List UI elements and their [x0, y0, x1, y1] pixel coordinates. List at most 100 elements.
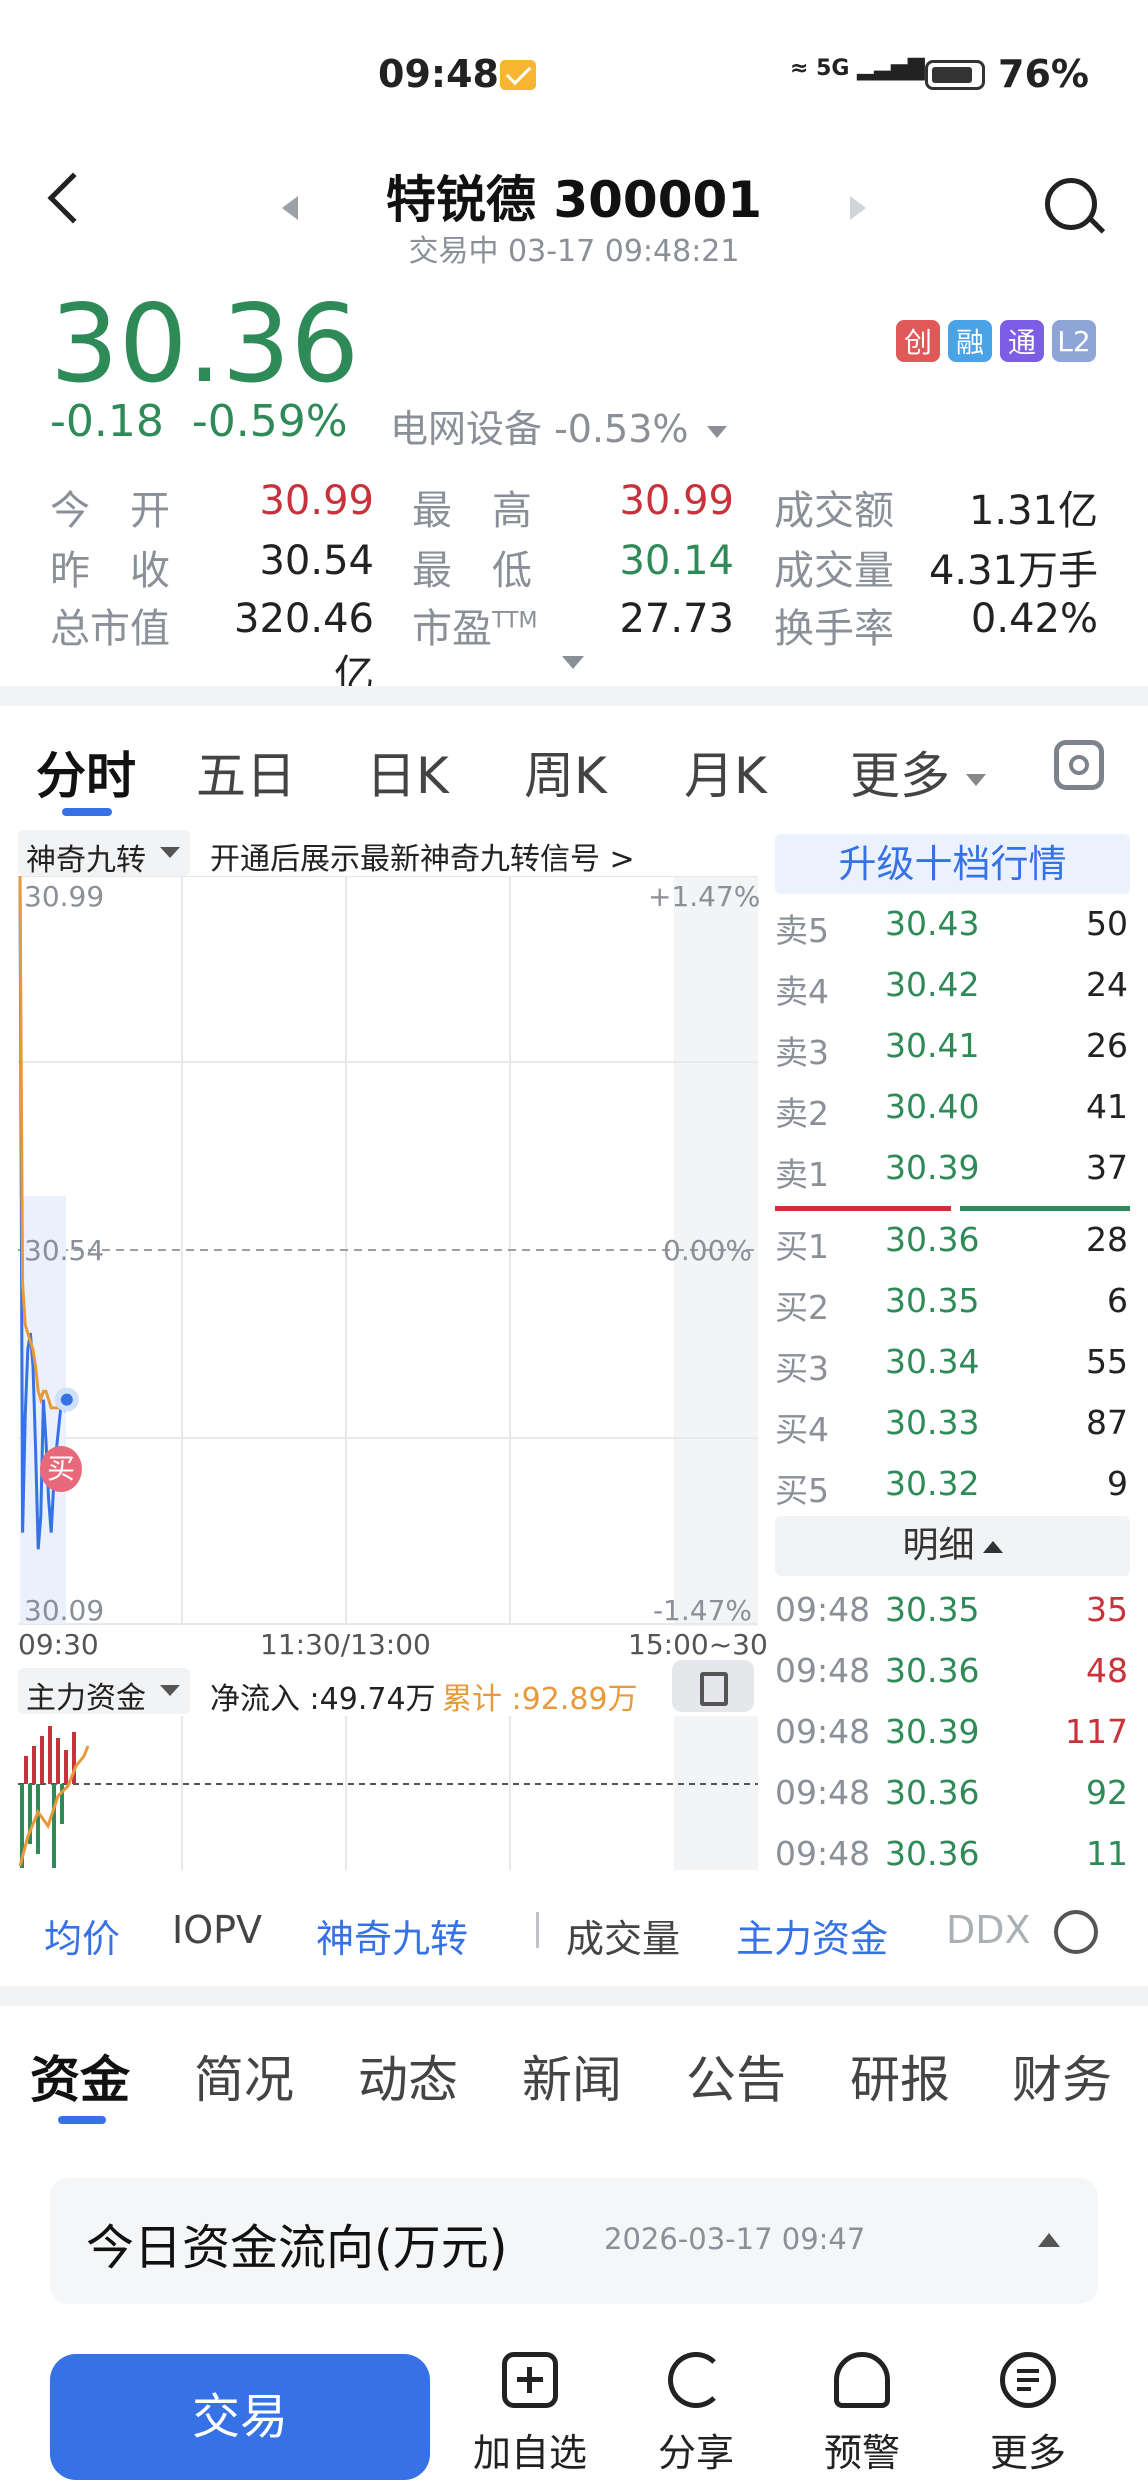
- trade-status: 交易中 03-17 09:48:21: [408, 234, 740, 269]
- more-menu-icon: [1000, 2352, 1056, 2408]
- indicator-tab-ddx[interactable]: DDX: [946, 1908, 1031, 1952]
- flow-indicator-select[interactable]: 主力资金: [18, 1668, 190, 1716]
- bid-volume: 9: [1107, 1464, 1128, 1503]
- indicator-tab-magic-nine[interactable]: 神奇九转: [316, 1908, 468, 1963]
- axis-high-pct: +1.47%: [648, 880, 761, 913]
- tab-weekly-k[interactable]: 周K: [524, 736, 607, 808]
- rotate-screen-icon[interactable]: [672, 1660, 754, 1712]
- chart-settings-icon[interactable]: [1054, 740, 1104, 790]
- upgrade-ten-levels-button[interactable]: 升级十档行情: [775, 834, 1130, 894]
- amount-value: 1.31亿: [968, 488, 1098, 534]
- bid-price: 30.35: [885, 1281, 980, 1320]
- indicator-tab-avg-price[interactable]: 均价: [44, 1908, 120, 1963]
- tab-monthly-k[interactable]: 月K: [684, 736, 767, 808]
- flow-indicator-label: 主力资金: [26, 1681, 146, 1716]
- indicator-separator: [536, 1912, 539, 1948]
- tab-activity[interactable]: 动态: [358, 2040, 458, 2112]
- tab-financials[interactable]: 财务: [1012, 2040, 1112, 2112]
- volume-value: 4.31万手: [928, 548, 1098, 594]
- active-tab-indicator: [62, 808, 112, 816]
- expand-stats-icon[interactable]: [562, 656, 584, 669]
- axis-zero-pct: 0.00%: [663, 1234, 752, 1267]
- ask-row: 卖2 30.40 41: [775, 1075, 1130, 1136]
- share-button[interactable]: 分享: [626, 2352, 766, 2477]
- ask-volume: 41: [1086, 1087, 1128, 1126]
- tick-row: 09:48 30.36 92: [775, 1761, 1130, 1822]
- tick-price: 30.36: [885, 1651, 980, 1690]
- trade-detail-header[interactable]: 明细: [775, 1516, 1130, 1576]
- next-stock-arrow-icon[interactable]: [850, 196, 866, 220]
- tab-announcements[interactable]: 公告: [686, 2040, 786, 2112]
- indicator-select-label: 神奇九转: [26, 843, 146, 878]
- tab-more[interactable]: 更多: [850, 736, 986, 808]
- ask-level: 卖2: [775, 1094, 829, 1133]
- indicator-tab-volume[interactable]: 成交量: [566, 1908, 680, 1963]
- tick-price: 30.36: [885, 1834, 980, 1873]
- indicator-hint-link[interactable]: 开通后展示最新神奇九转信号 >: [210, 834, 635, 878]
- tab-research[interactable]: 研报: [850, 2040, 950, 2112]
- bid-price: 30.32: [885, 1464, 980, 1503]
- tab-news[interactable]: 新闻: [522, 2040, 622, 2112]
- tab-daily-k[interactable]: 日K: [366, 736, 449, 808]
- sector-link[interactable]: 电网设备 -0.53%: [390, 398, 727, 453]
- indicator-tab-iopv[interactable]: IOPV: [172, 1908, 262, 1952]
- add-watchlist-button[interactable]: 加自选: [460, 2352, 600, 2477]
- active-info-tab-indicator: [58, 2116, 106, 2124]
- intraday-chart[interactable]: [18, 876, 758, 1626]
- pe-ttm-sup: TTM: [492, 608, 538, 634]
- bid-row: 买4 30.33 87: [775, 1391, 1130, 1452]
- last-price-dot: [54, 1387, 79, 1412]
- tick-time: 09:48: [775, 1834, 871, 1873]
- tick-time: 09:48: [775, 1773, 871, 1812]
- tick-volume: 35: [1086, 1590, 1128, 1629]
- bid-level: 买2: [775, 1288, 829, 1327]
- trade-detail-label: 明细: [902, 1525, 975, 1566]
- indicator-config-icon[interactable]: [1054, 1910, 1098, 1954]
- capital-flow-title: 今日资金流向(万元): [86, 2220, 508, 2276]
- axis-high-price: 30.99: [24, 880, 105, 913]
- open-value: 30.99: [259, 478, 374, 524]
- stock-title: 特锐德 300001: [385, 171, 763, 229]
- ask-row: 卖5 30.43 50: [775, 892, 1130, 953]
- market-cap-label: 总市值: [50, 606, 170, 652]
- search-icon[interactable]: [1045, 178, 1097, 230]
- tab-capital[interactable]: 资金: [30, 2040, 130, 2112]
- bid-price: 30.34: [885, 1342, 980, 1381]
- capital-flow-card[interactable]: 今日资金流向(万元) 2026-03-17 09:47: [50, 2178, 1098, 2304]
- tick-price: 30.36: [885, 1773, 980, 1812]
- share-label: 分享: [657, 2431, 734, 2475]
- badge-rong[interactable]: 融: [948, 320, 992, 362]
- tab-five-day[interactable]: 五日: [196, 736, 296, 808]
- axis-time-end: 15:00~30: [628, 1628, 768, 1661]
- badge-chuang[interactable]: 创: [896, 320, 940, 362]
- tab-profile[interactable]: 简况: [194, 2040, 294, 2112]
- badge-level2[interactable]: L2: [1052, 320, 1096, 362]
- axis-low-price: 30.09: [24, 1594, 105, 1627]
- add-watchlist-icon: [502, 2352, 558, 2408]
- tab-intraday[interactable]: 分时: [36, 736, 136, 808]
- axis-prev-close: 30.54: [24, 1234, 105, 1267]
- high-value: 30.99: [619, 478, 734, 524]
- ask-level: 卖4: [775, 972, 829, 1011]
- low-value: 30.14: [619, 538, 734, 584]
- sector-label: 电网设备 -0.53%: [390, 407, 689, 451]
- network-type: 5G: [816, 56, 850, 81]
- alert-button[interactable]: 预警: [792, 2352, 932, 2477]
- bid-row: 买1 30.36 28: [775, 1208, 1130, 1269]
- tick-volume: 92: [1086, 1773, 1128, 1812]
- badge-tong[interactable]: 通: [1000, 320, 1044, 362]
- more-button[interactable]: 更多: [958, 2352, 1098, 2477]
- trade-button[interactable]: 交易: [50, 2354, 430, 2480]
- ask-level: 卖3: [775, 1033, 829, 1072]
- ask-row: 卖4 30.42 24: [775, 953, 1130, 1014]
- bid-volume: 87: [1086, 1403, 1128, 1442]
- indicator-select[interactable]: 神奇九转: [18, 830, 190, 878]
- ask-level: 卖1: [775, 1155, 829, 1194]
- indicator-tab-main-force[interactable]: 主力资金: [736, 1908, 888, 1963]
- ask-volume: 26: [1086, 1026, 1128, 1065]
- tick-volume: 117: [1065, 1712, 1128, 1751]
- ask-volume: 37: [1086, 1148, 1128, 1187]
- chevron-up-icon[interactable]: [1038, 2233, 1060, 2247]
- low-label: 最 低: [412, 548, 532, 594]
- buy-signal-marker[interactable]: 买: [40, 1446, 82, 1492]
